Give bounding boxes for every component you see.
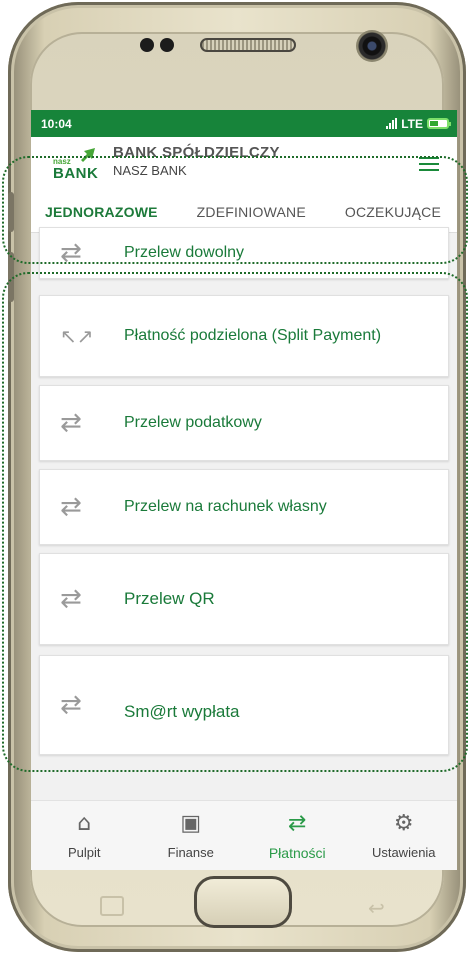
briefcase-icon: ▣ xyxy=(180,811,202,836)
signal-icon xyxy=(386,118,398,129)
nav-pulpit[interactable]: ⌂ Pulpit xyxy=(31,801,138,870)
highlight-frame-header xyxy=(2,156,468,264)
nav-label: Finanse xyxy=(167,845,214,860)
gear-icon: ⚙ xyxy=(393,811,414,836)
nav-label: Pulpit xyxy=(67,845,101,860)
status-time: 10:04 xyxy=(41,116,72,131)
home-icon: ⌂ xyxy=(77,811,92,836)
nav-label: Ustawienia xyxy=(371,845,436,860)
highlight-frame-list xyxy=(2,272,468,772)
battery-icon xyxy=(427,118,451,129)
home-button[interactable] xyxy=(194,876,292,928)
sensor-dot xyxy=(160,38,174,52)
status-bar: 10:04 LTE xyxy=(31,110,457,137)
back-icon[interactable]: ↩ xyxy=(368,896,385,920)
bottom-navigation: ⌂ Pulpit ▣ Finanse ⇄ Płatności ⚙ Ustawie… xyxy=(31,800,457,870)
recent-apps-icon[interactable] xyxy=(100,896,124,916)
nav-label: Płatności xyxy=(268,845,326,861)
sensor-dot xyxy=(140,38,154,52)
network-type: LTE xyxy=(401,116,423,131)
nav-finanse[interactable]: ▣ Finanse xyxy=(138,801,245,870)
transfer-arrows-icon: ⇄ xyxy=(288,811,307,836)
front-camera xyxy=(356,30,388,62)
status-icons: LTE xyxy=(386,116,451,131)
earpiece-speaker xyxy=(200,38,296,52)
nav-platnosci[interactable]: ⇄ Płatności xyxy=(244,801,351,870)
nav-ustawienia[interactable]: ⚙ Ustawienia xyxy=(351,801,458,870)
